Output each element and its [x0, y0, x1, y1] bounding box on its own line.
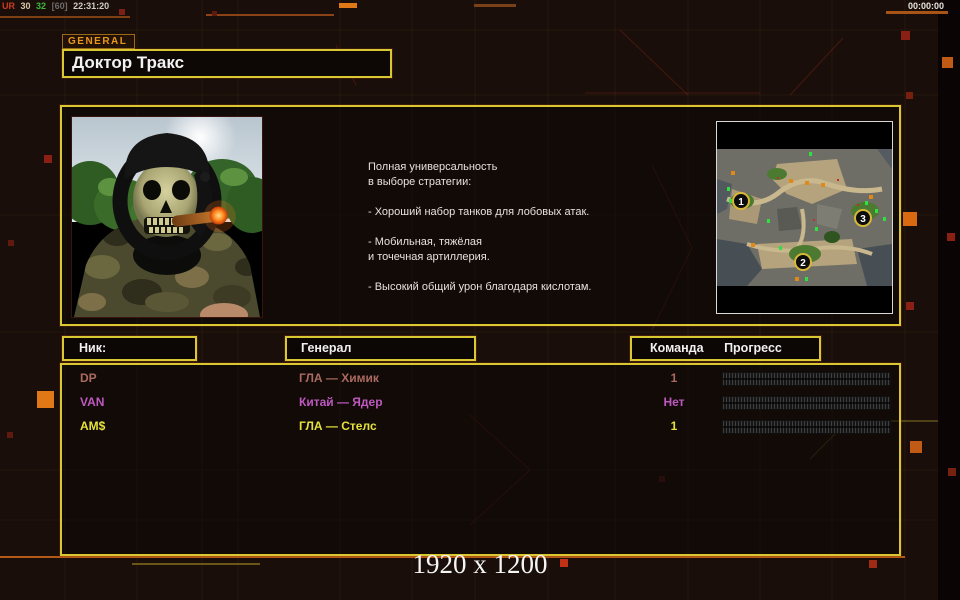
column-header-general: Генерал	[285, 336, 476, 361]
player-nick: AM$	[80, 419, 106, 433]
map-marker-2: 2	[800, 258, 806, 269]
general-profile-panel: Полная универсальность в выборе стратеги…	[60, 101, 901, 327]
description-line: и точечная артиллерия.	[368, 251, 490, 263]
general-description: Полная универсальность в выборе стратеги…	[368, 160, 698, 310]
description-line: - Высокий общий урон благодаря кислотам.	[368, 281, 592, 293]
column-header-nick: Ник:	[62, 336, 197, 361]
general-header-label: Генерал	[301, 341, 352, 355]
general-portrait	[60, 101, 278, 327]
description-line: в выборе стратегии:	[368, 176, 472, 188]
column-header-team-progress: Команда Прогресс	[630, 336, 821, 361]
player-rows: DP ГЛА — Химик 1 VAN Китай — Ядер Нет AM…	[62, 367, 899, 439]
overlay-fps: 30	[20, 1, 31, 11]
player-row[interactable]: AM$ ГЛА — Стелс 1	[62, 415, 899, 439]
player-team: Нет	[663, 395, 685, 409]
map-marker-3: 3	[860, 214, 866, 225]
player-progress-bar	[722, 372, 891, 386]
player-row[interactable]: VAN Китай — Ядер Нет	[62, 391, 899, 415]
overlay-clock: 22:31:20	[73, 1, 110, 11]
match-timer: 00:00:00	[907, 1, 944, 11]
general-title-box: Доктор Тракс	[62, 49, 392, 78]
description-paragraph: - Мобильная, тяжёлая и точечная артиллер…	[368, 235, 698, 265]
resolution-label: 1920 x 1200	[412, 549, 548, 579]
description-line: - Мобильная, тяжёлая	[368, 236, 482, 248]
page-title: Доктор Тракс	[72, 53, 185, 72]
map-preview: 1 2 3	[716, 121, 893, 314]
description-paragraph: - Хороший набор танков для лобовых атак.	[368, 205, 698, 220]
map-preview-art: 1 2 3	[717, 149, 892, 286]
description-line: - Хороший набор танков для лобовых атак.	[368, 206, 590, 218]
player-progress-bar	[722, 396, 891, 410]
overlay-tag: UR	[2, 1, 15, 11]
nick-header-label: Ник:	[79, 341, 107, 355]
player-general: ГЛА — Химик	[299, 371, 379, 385]
game-screen: UR 30 32 [60] 22:31:20 00:00:00 GENERAL …	[0, 0, 960, 600]
player-nick: VAN	[80, 395, 105, 409]
tab-general[interactable]: GENERAL	[62, 34, 136, 49]
player-general: ГЛА — Стелс	[299, 419, 377, 433]
player-team: 1	[670, 371, 678, 385]
overlay-cap: [60]	[51, 1, 68, 11]
player-team: 1	[670, 419, 678, 433]
portrait-art	[60, 101, 278, 327]
player-row[interactable]: DP ГЛА — Химик 1	[62, 367, 899, 391]
description-line: Полная универсальность	[368, 161, 498, 173]
overlay-value: 32	[36, 1, 47, 11]
player-progress-bar	[722, 420, 891, 434]
team-header-label: Команда	[650, 341, 704, 355]
description-paragraph: - Высокий общий урон благодаря кислотам.	[368, 280, 698, 295]
player-list-panel: DP ГЛА — Химик 1 VAN Китай — Ядер Нет AM…	[60, 363, 901, 556]
progress-header-label: Прогресс	[724, 341, 782, 355]
description-paragraph: Полная универсальность в выборе стратеги…	[368, 160, 698, 190]
player-nick: DP	[80, 371, 97, 385]
map-marker-1: 1	[738, 197, 744, 208]
fps-clock-overlay: UR 30 32 [60] 22:31:20	[2, 1, 112, 11]
player-general: Китай — Ядер	[299, 395, 383, 409]
